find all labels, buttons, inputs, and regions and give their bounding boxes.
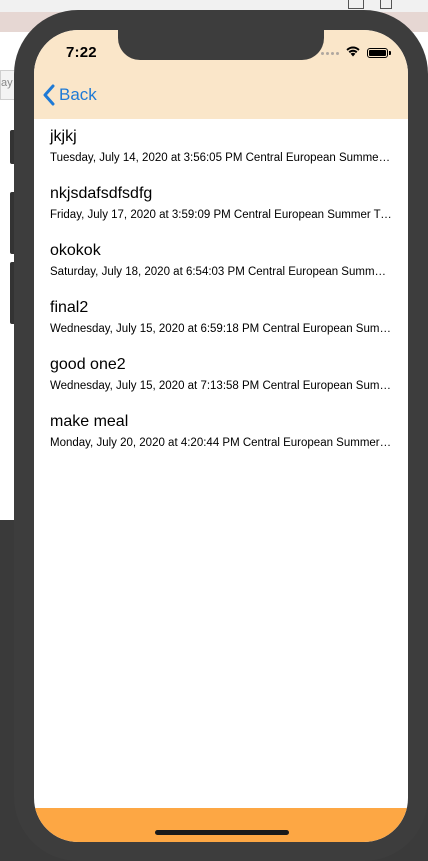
chevron-left-icon xyxy=(42,84,55,106)
battery-icon xyxy=(367,48,391,58)
list-item[interactable]: nkjsdafsdfsdfg Friday, July 17, 2020 at … xyxy=(34,176,408,233)
item-date: Wednesday, July 15, 2020 at 6:59:18 PM C… xyxy=(50,323,392,335)
cellular-signal-icon xyxy=(321,51,339,55)
item-title: good one2 xyxy=(50,356,126,373)
list-item[interactable]: make meal Monday, July 20, 2020 at 4:20:… xyxy=(34,404,408,461)
item-title: make meal xyxy=(50,413,129,430)
item-date: Saturday, July 18, 2020 at 6:54:03 PM Ce… xyxy=(50,266,392,278)
list-item[interactable]: okokok Saturday, July 18, 2020 at 6:54:0… xyxy=(34,233,408,290)
background-url-text: ay xyxy=(1,77,13,89)
status-icons xyxy=(321,44,391,62)
phone-screen: 7:22 Back jkjkj Tuesday, July 14, 2020 a… xyxy=(34,30,408,842)
display-icon xyxy=(348,0,364,9)
list-item[interactable]: final2 Wednesday, July 15, 2020 at 6:59:… xyxy=(34,290,408,347)
item-title: okokok xyxy=(50,242,101,259)
item-date: Friday, July 17, 2020 at 3:59:09 PM Cent… xyxy=(50,209,392,221)
status-time: 7:22 xyxy=(66,44,97,61)
back-button[interactable]: Back xyxy=(42,84,97,106)
back-label: Back xyxy=(59,85,97,104)
item-title: final2 xyxy=(50,299,89,316)
menu-icon xyxy=(380,0,392,9)
desktop-background: ay 7:22 Back jkjkj Tuesday, July 14, 202… xyxy=(0,0,428,861)
home-indicator[interactable] xyxy=(155,830,289,835)
bottom-bar xyxy=(34,808,408,842)
phone-notch xyxy=(118,30,324,60)
item-title: jkjkj xyxy=(50,128,77,145)
item-list: jkjkj Tuesday, July 14, 2020 at 3:56:05 … xyxy=(34,119,408,461)
wifi-icon xyxy=(345,44,361,62)
item-date: Wednesday, July 15, 2020 at 7:13:58 PM C… xyxy=(50,380,392,392)
item-date: Tuesday, July 14, 2020 at 3:56:05 PM Cen… xyxy=(50,152,392,164)
item-date: Monday, July 20, 2020 at 4:20:44 PM Cent… xyxy=(50,437,392,449)
list-item[interactable]: good one2 Wednesday, July 15, 2020 at 7:… xyxy=(34,347,408,404)
item-title: nkjsdafsdfsdfg xyxy=(50,185,153,202)
list-item[interactable]: jkjkj Tuesday, July 14, 2020 at 3:56:05 … xyxy=(34,119,408,176)
